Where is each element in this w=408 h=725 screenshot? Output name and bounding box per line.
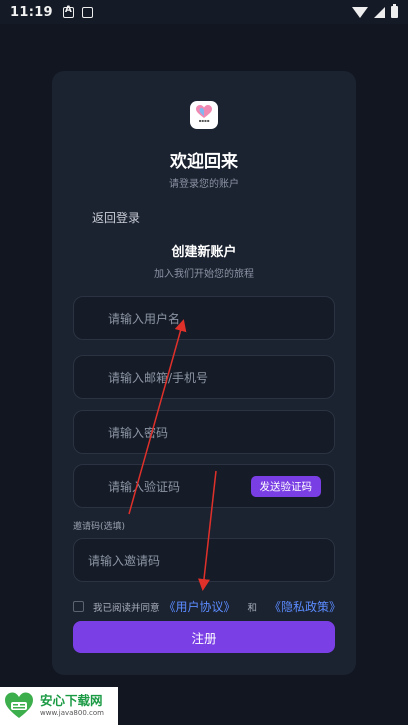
app-logo: ▪▪▪▪ xyxy=(190,101,218,129)
watermark-logo-icon xyxy=(5,692,33,718)
verification-code-input[interactable]: 请输入验证码 发送验证码 xyxy=(73,464,335,508)
create-account-subtitle: 加入我们开始您的旅程 xyxy=(154,269,254,280)
username-input[interactable]: 请输入用户名 xyxy=(73,296,335,340)
create-account-title: 创建新账户 xyxy=(171,245,237,260)
watermark-title: 安心下载网 xyxy=(40,693,103,708)
password-input[interactable]: 请输入密码 xyxy=(73,410,335,454)
watermark-text: 安心下载网 www.java800.com xyxy=(40,694,104,718)
a-notification-icon xyxy=(62,5,74,18)
logo-brand-text: ▪▪▪▪ xyxy=(198,118,210,123)
privacy-policy-link[interactable]: 《隐私政策》 xyxy=(269,598,341,615)
register-button[interactable]: 注册 xyxy=(73,621,335,653)
email-phone-input[interactable]: 请输入邮箱/手机号 xyxy=(73,355,335,399)
register-card: ▪▪▪▪ 欢迎回来 请登录您的账户 返回登录 创建新账户 加入我们开始您的旅程 … xyxy=(52,71,356,675)
code-placeholder: 请输入验证码 xyxy=(108,479,181,494)
agree-and: 和 xyxy=(247,602,258,614)
battery-icon xyxy=(391,4,398,18)
agree-checkbox[interactable] xyxy=(73,601,84,612)
user-agreement-link[interactable]: 《用户协议》 xyxy=(164,598,236,615)
welcome-subtitle: 请登录您的账户 xyxy=(169,179,239,190)
welcome-title: 欢迎回来 xyxy=(170,152,238,172)
invite-code-label: 邀请码(选填) xyxy=(73,522,126,532)
agree-prefix: 我已阅读并同意 xyxy=(93,602,160,614)
watermark-url: www.java800.com xyxy=(40,709,104,717)
wifi-icon xyxy=(352,6,368,18)
status-right xyxy=(352,4,398,18)
status-bar: 11:19 xyxy=(0,0,408,24)
invite-code-input[interactable]: 请输入邀请码 xyxy=(73,538,335,582)
username-placeholder: 请输入用户名 xyxy=(108,311,181,326)
screen-icon xyxy=(81,6,93,18)
email-phone-placeholder: 请输入邮箱/手机号 xyxy=(108,370,209,385)
back-to-login-link[interactable]: 返回登录 xyxy=(92,209,140,226)
status-time: 11:19 xyxy=(10,4,53,20)
send-code-button[interactable]: 发送验证码 xyxy=(250,476,321,497)
invite-placeholder: 请输入邀请码 xyxy=(88,553,161,568)
watermark: 安心下载网 www.java800.com xyxy=(0,687,118,725)
signal-icon xyxy=(374,6,385,18)
heart-logo-icon xyxy=(196,105,212,118)
password-placeholder: 请输入密码 xyxy=(108,425,169,440)
agreement-row: 我已阅读并同意 《用户协议》 和 《隐私政策》 xyxy=(73,598,345,615)
